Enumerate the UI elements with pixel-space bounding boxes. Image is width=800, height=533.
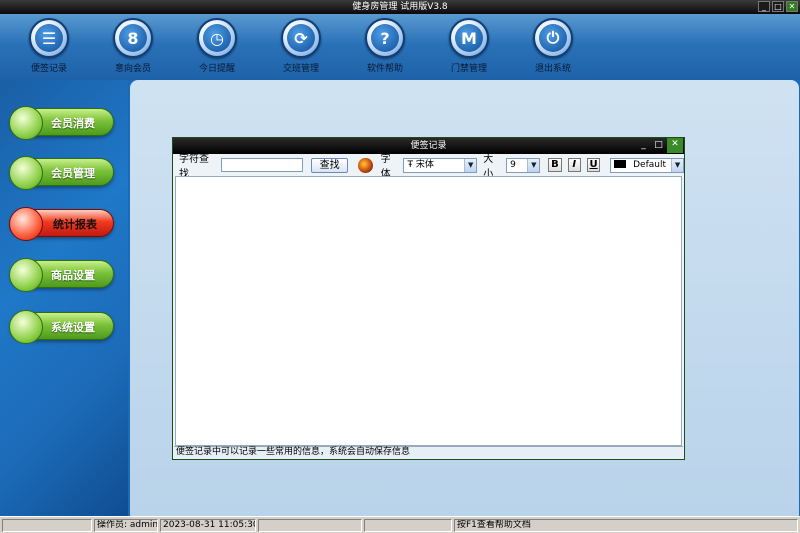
color-select[interactable]: Default ▼	[610, 157, 685, 173]
toolbar-exit[interactable]: ⏻ 退出系统	[518, 18, 588, 74]
toolbar-access[interactable]: M 门禁管理	[434, 18, 504, 74]
toolbar-help[interactable]: ? 软件帮助	[350, 18, 420, 74]
status-operator: 操作员: admin	[94, 519, 158, 532]
chevron-down-icon: ▼	[671, 158, 684, 172]
m-letter-icon: M	[449, 18, 489, 58]
status-help-hint: 按F1查看帮助文档	[454, 519, 798, 532]
toolbar-notes[interactable]: ☰ 便签记录	[14, 18, 84, 74]
search-input[interactable]	[220, 158, 303, 172]
sidebar-item-member-management[interactable]: 会员管理	[9, 156, 114, 190]
font-select[interactable]: Ŧ 宋体 ▼	[403, 157, 478, 173]
notes-window: 便签记录 _ □ ✕ 字符查找 查找 字体 Ŧ 宋体 ▼ 大小 9 ▼ B I …	[172, 137, 685, 460]
bold-button[interactable]: B	[548, 158, 562, 172]
status-empty-cell	[2, 519, 92, 532]
green-ball-icon	[9, 310, 43, 344]
toolbar-help-label: 软件帮助	[366, 64, 403, 74]
power-icon: ⏻	[533, 18, 573, 58]
notes-close-button[interactable]: ✕	[667, 138, 683, 153]
app-title: 健身房管理 试用版V3.8	[352, 2, 448, 12]
sidebar: 会员消费 会员管理 统计报表 商品设置 系统设置	[0, 80, 128, 516]
green-ball-icon	[9, 156, 43, 190]
chevron-down-icon: ▼	[527, 158, 540, 172]
notes-textarea[interactable]	[175, 176, 682, 446]
red-ball-icon	[9, 207, 43, 241]
font-type-icon: Ŧ	[407, 159, 416, 170]
toolbar-shift[interactable]: ⟳ 交班管理	[266, 18, 336, 74]
green-ball-icon	[9, 106, 43, 140]
size-select[interactable]: 9 ▼	[506, 157, 541, 173]
notes-title-bar[interactable]: 便签记录 _ □ ✕	[173, 138, 684, 154]
status-bar: 操作员: admin 2023-08-31 11:05:30 按F1查看帮助文档	[0, 516, 800, 533]
status-datetime: 2023-08-31 11:05:30	[160, 519, 256, 532]
sidebar-item-label: 系统设置	[51, 321, 95, 334]
toolbar-prospects[interactable]: 8 意向会员	[98, 18, 168, 74]
color-swatch	[614, 160, 627, 168]
notes-toolbar: 字符查找 查找 字体 Ŧ 宋体 ▼ 大小 9 ▼ B I U Default ▼	[173, 154, 685, 180]
clock-icon: ◷	[197, 18, 237, 58]
notes-status: 便签记录中可以记录一些常用的信息，系统会自动保存信息	[174, 446, 683, 458]
toolbar-shift-label: 交班管理	[282, 64, 319, 74]
notes-icon: ☰	[29, 18, 69, 58]
sidebar-item-reports[interactable]: 统计报表	[9, 207, 114, 241]
sidebar-item-label: 统计报表	[53, 218, 97, 231]
status-empty-cell	[258, 519, 362, 532]
sidebar-item-label: 会员管理	[51, 167, 95, 180]
toolbar-exit-label: 退出系统	[534, 64, 571, 74]
chevron-down-icon: ▼	[464, 158, 477, 172]
toolbar-reminders[interactable]: ◷ 今日提醒	[182, 18, 252, 74]
close-button[interactable]: ✕	[786, 1, 798, 12]
green-ball-icon	[9, 258, 43, 292]
sidebar-item-product-settings[interactable]: 商品设置	[9, 258, 114, 292]
minimize-button[interactable]: _	[758, 1, 770, 12]
notes-title: 便签记录	[410, 141, 447, 151]
sidebar-item-system-settings[interactable]: 系统设置	[9, 310, 114, 344]
user-icon: 8	[113, 18, 153, 58]
notes-maximize-button[interactable]: □	[652, 139, 665, 152]
search-button[interactable]: 查找	[310, 157, 349, 173]
toolbar-notes-label: 便签记录	[30, 64, 67, 74]
maximize-button[interactable]: □	[772, 1, 784, 12]
app-title-bar: 健身房管理 试用版V3.8 _ □ ✕	[0, 0, 800, 14]
toolbar-access-label: 门禁管理	[450, 64, 487, 74]
status-empty-cell	[364, 519, 452, 532]
toolbar-prospects-label: 意向会员	[114, 64, 151, 74]
help-icon: ?	[365, 18, 405, 58]
refresh-icon: ⟳	[281, 18, 321, 58]
sidebar-item-label: 会员消费	[51, 117, 95, 130]
underline-button[interactable]: U	[586, 158, 601, 172]
color-palette-icon[interactable]	[358, 157, 373, 173]
sidebar-item-member-spending[interactable]: 会员消费	[9, 106, 114, 140]
notes-minimize-button[interactable]: _	[637, 139, 650, 152]
sidebar-item-label: 商品设置	[51, 269, 95, 282]
toolbar-reminders-label: 今日提醒	[198, 64, 235, 74]
main-toolbar: ☰ 便签记录 8 意向会员 ◷ 今日提醒 ⟳ 交班管理 ? 软件帮助 M 门禁管…	[0, 14, 800, 80]
italic-button[interactable]: I	[567, 158, 581, 172]
